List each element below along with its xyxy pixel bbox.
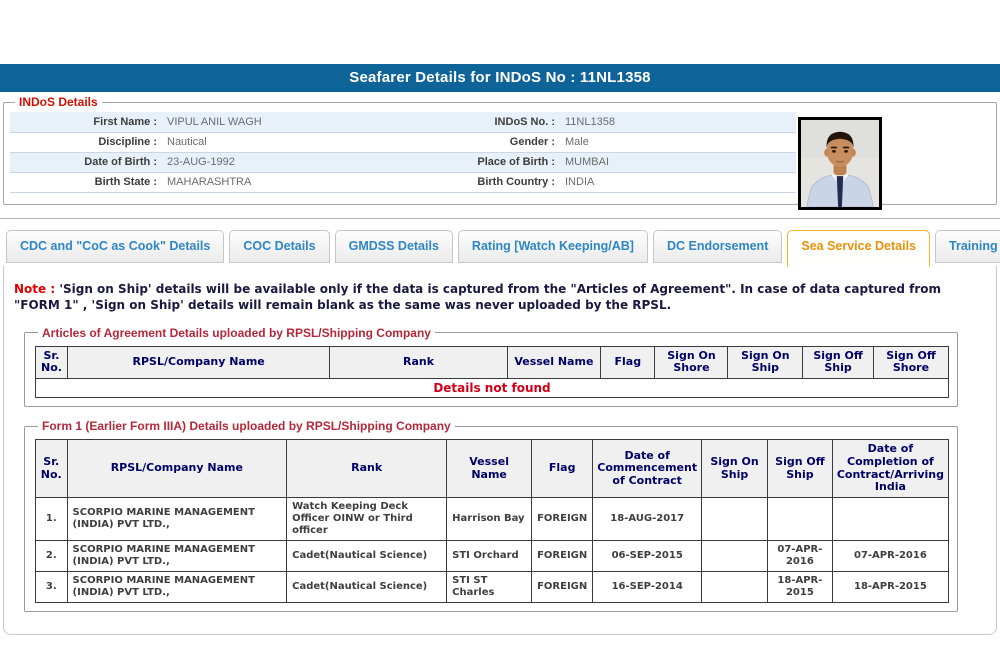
- cell-flag: FOREIGN: [532, 571, 593, 602]
- indos-details-section: INDoS Details First Name : VIPUL ANIL WA…: [3, 95, 997, 205]
- col-rank: Rank: [330, 346, 507, 378]
- table-header-row: Sr. No. RPSL/Company Name Rank Vessel Na…: [36, 440, 949, 498]
- col-completion: Date of Completion of Contract/Arriving …: [832, 440, 948, 498]
- form1-table: Sr. No. RPSL/Company Name Rank Vessel Na…: [35, 439, 949, 603]
- cell-completion: 18-APR-2015: [832, 571, 948, 602]
- place-of-birth-label: Place of Birth :: [462, 152, 560, 172]
- birth-country-label: Birth Country :: [462, 172, 560, 192]
- cell-sign-on-ship: [702, 571, 768, 602]
- cell-rank: Cadet(Nautical Science): [287, 540, 447, 571]
- tab-dc-endorsement[interactable]: DC Endorsement: [653, 230, 782, 263]
- col-company: RPSL/Company Name: [67, 346, 329, 378]
- seafarer-photo: [798, 117, 882, 210]
- cell-completion: [832, 497, 948, 540]
- col-sign-off-shore: Sign Off Shore: [873, 346, 948, 378]
- cell-rank: Watch Keeping Deck Officer OINW or Third…: [287, 497, 447, 540]
- form1-section: Form 1 (Earlier Form IIIA) Details uploa…: [24, 419, 958, 612]
- page-title: Seafarer Details for INDoS No : 11NL1358: [0, 64, 1000, 92]
- table-row: 1. SCORPIO MARINE MANAGEMENT (INDIA) PVT…: [36, 497, 949, 540]
- details-row: Date of Birth : 23-AUG-1992 Place of Bir…: [10, 152, 796, 172]
- table-header-row: Sr. No. RPSL/Company Name Rank Vessel Na…: [36, 346, 949, 378]
- discipline-label: Discipline :: [10, 132, 162, 152]
- cell-company: SCORPIO MARINE MANAGEMENT (INDIA) PVT LT…: [67, 571, 287, 602]
- cell-rank: Cadet(Nautical Science): [287, 571, 447, 602]
- details-row: Discipline : Nautical Gender : Male: [10, 132, 796, 152]
- birth-country-value: INDIA: [560, 172, 796, 192]
- col-vessel: Vessel Name: [507, 346, 600, 378]
- col-company: RPSL/Company Name: [67, 440, 287, 498]
- articles-of-agreement-table: Sr. No. RPSL/Company Name Rank Vessel Na…: [35, 346, 949, 399]
- first-name-value: VIPUL ANIL WAGH: [162, 112, 462, 132]
- details-not-found-message: Details not found: [36, 378, 949, 397]
- articles-of-agreement-legend: Articles of Agreement Details uploaded b…: [38, 326, 435, 340]
- table-row: 2. SCORPIO MARINE MANAGEMENT (INDIA) PVT…: [36, 540, 949, 571]
- birth-state-label: Birth State :: [10, 172, 162, 192]
- cell-company: SCORPIO MARINE MANAGEMENT (INDIA) PVT LT…: [67, 540, 287, 571]
- col-sr-no: Sr. No.: [36, 346, 68, 378]
- col-sign-on-ship: Sign On Ship: [728, 346, 803, 378]
- cell-sign-off-ship: 07-APR-2016: [767, 540, 832, 571]
- date-of-birth-value: 23-AUG-1992: [162, 152, 462, 172]
- cell-flag: FOREIGN: [532, 497, 593, 540]
- note-text: Note : 'Sign on Ship' details will be av…: [14, 282, 986, 314]
- details-row: Birth State : MAHARASHTRA Birth Country …: [10, 172, 796, 192]
- tab-coc-details[interactable]: COC Details: [229, 230, 329, 263]
- col-rank: Rank: [287, 440, 447, 498]
- details-row: First Name : VIPUL ANIL WAGH INDoS No. :…: [10, 112, 796, 132]
- first-name-label: First Name :: [10, 112, 162, 132]
- cell-vessel: STI Orchard: [447, 540, 532, 571]
- cell-sr: 2.: [36, 540, 68, 571]
- cell-sign-off-ship: 18-APR-2015: [767, 571, 832, 602]
- indos-no-value: 11NL1358: [560, 112, 796, 132]
- details-not-found-row: Details not found: [36, 378, 949, 397]
- section-divider: [0, 218, 1000, 219]
- gender-value: Male: [560, 132, 796, 152]
- gender-label: Gender :: [462, 132, 560, 152]
- note-label: Note :: [14, 282, 55, 296]
- cell-commencement: 16-SEP-2014: [593, 571, 702, 602]
- tab-rating-watch-keeping-ab[interactable]: Rating [Watch Keeping/AB]: [458, 230, 648, 263]
- tab-training-details[interactable]: Training Details: [935, 230, 1000, 263]
- note-body: 'Sign on Ship' details will be available…: [14, 282, 941, 312]
- col-sign-on-shore: Sign On Shore: [655, 346, 728, 378]
- indos-details-legend: INDoS Details: [15, 95, 102, 109]
- tab-bar: CDC and "CoC as Cook" Details COC Detail…: [6, 230, 1000, 266]
- cell-sr: 1.: [36, 497, 68, 540]
- cell-completion: 07-APR-2016: [832, 540, 948, 571]
- tab-cdc-coc-as-cook-details[interactable]: CDC and "CoC as Cook" Details: [6, 230, 224, 263]
- cell-commencement: 06-SEP-2015: [593, 540, 702, 571]
- col-flag: Flag: [532, 440, 593, 498]
- cell-company: SCORPIO MARINE MANAGEMENT (INDIA) PVT LT…: [67, 497, 287, 540]
- form1-legend: Form 1 (Earlier Form IIIA) Details uploa…: [38, 419, 455, 433]
- col-sr-no: Sr. No.: [36, 440, 68, 498]
- cell-sign-on-ship: [702, 540, 768, 571]
- cell-flag: FOREIGN: [532, 540, 593, 571]
- sea-service-tab-panel: Note : 'Sign on Ship' details will be av…: [3, 266, 997, 635]
- articles-of-agreement-section: Articles of Agreement Details uploaded b…: [24, 326, 958, 408]
- col-flag: Flag: [601, 346, 655, 378]
- tab-gmdss-details[interactable]: GMDSS Details: [335, 230, 453, 263]
- cell-vessel: STI ST Charles: [447, 571, 532, 602]
- cell-commencement: 18-AUG-2017: [593, 497, 702, 540]
- indos-no-label: INDoS No. :: [462, 112, 560, 132]
- col-sign-off-ship: Sign Off Ship: [767, 440, 832, 498]
- tab-sea-service-details[interactable]: Sea Service Details: [787, 230, 930, 267]
- cell-sr: 3.: [36, 571, 68, 602]
- place-of-birth-value: MUMBAI: [560, 152, 796, 172]
- discipline-value: Nautical: [162, 132, 462, 152]
- birth-state-value: MAHARASHTRA: [162, 172, 462, 192]
- col-sign-on-ship: Sign On Ship: [702, 440, 768, 498]
- cell-sign-on-ship: [702, 497, 768, 540]
- indos-details-table: First Name : VIPUL ANIL WAGH INDoS No. :…: [10, 112, 796, 193]
- cell-vessel: Harrison Bay: [447, 497, 532, 540]
- table-row: 3. SCORPIO MARINE MANAGEMENT (INDIA) PVT…: [36, 571, 949, 602]
- col-commencement: Date of Commencement of Contract: [593, 440, 702, 498]
- cell-sign-off-ship: [767, 497, 832, 540]
- col-sign-off-ship: Sign Off Ship: [803, 346, 874, 378]
- date-of-birth-label: Date of Birth :: [10, 152, 162, 172]
- col-vessel: Vessel Name: [447, 440, 532, 498]
